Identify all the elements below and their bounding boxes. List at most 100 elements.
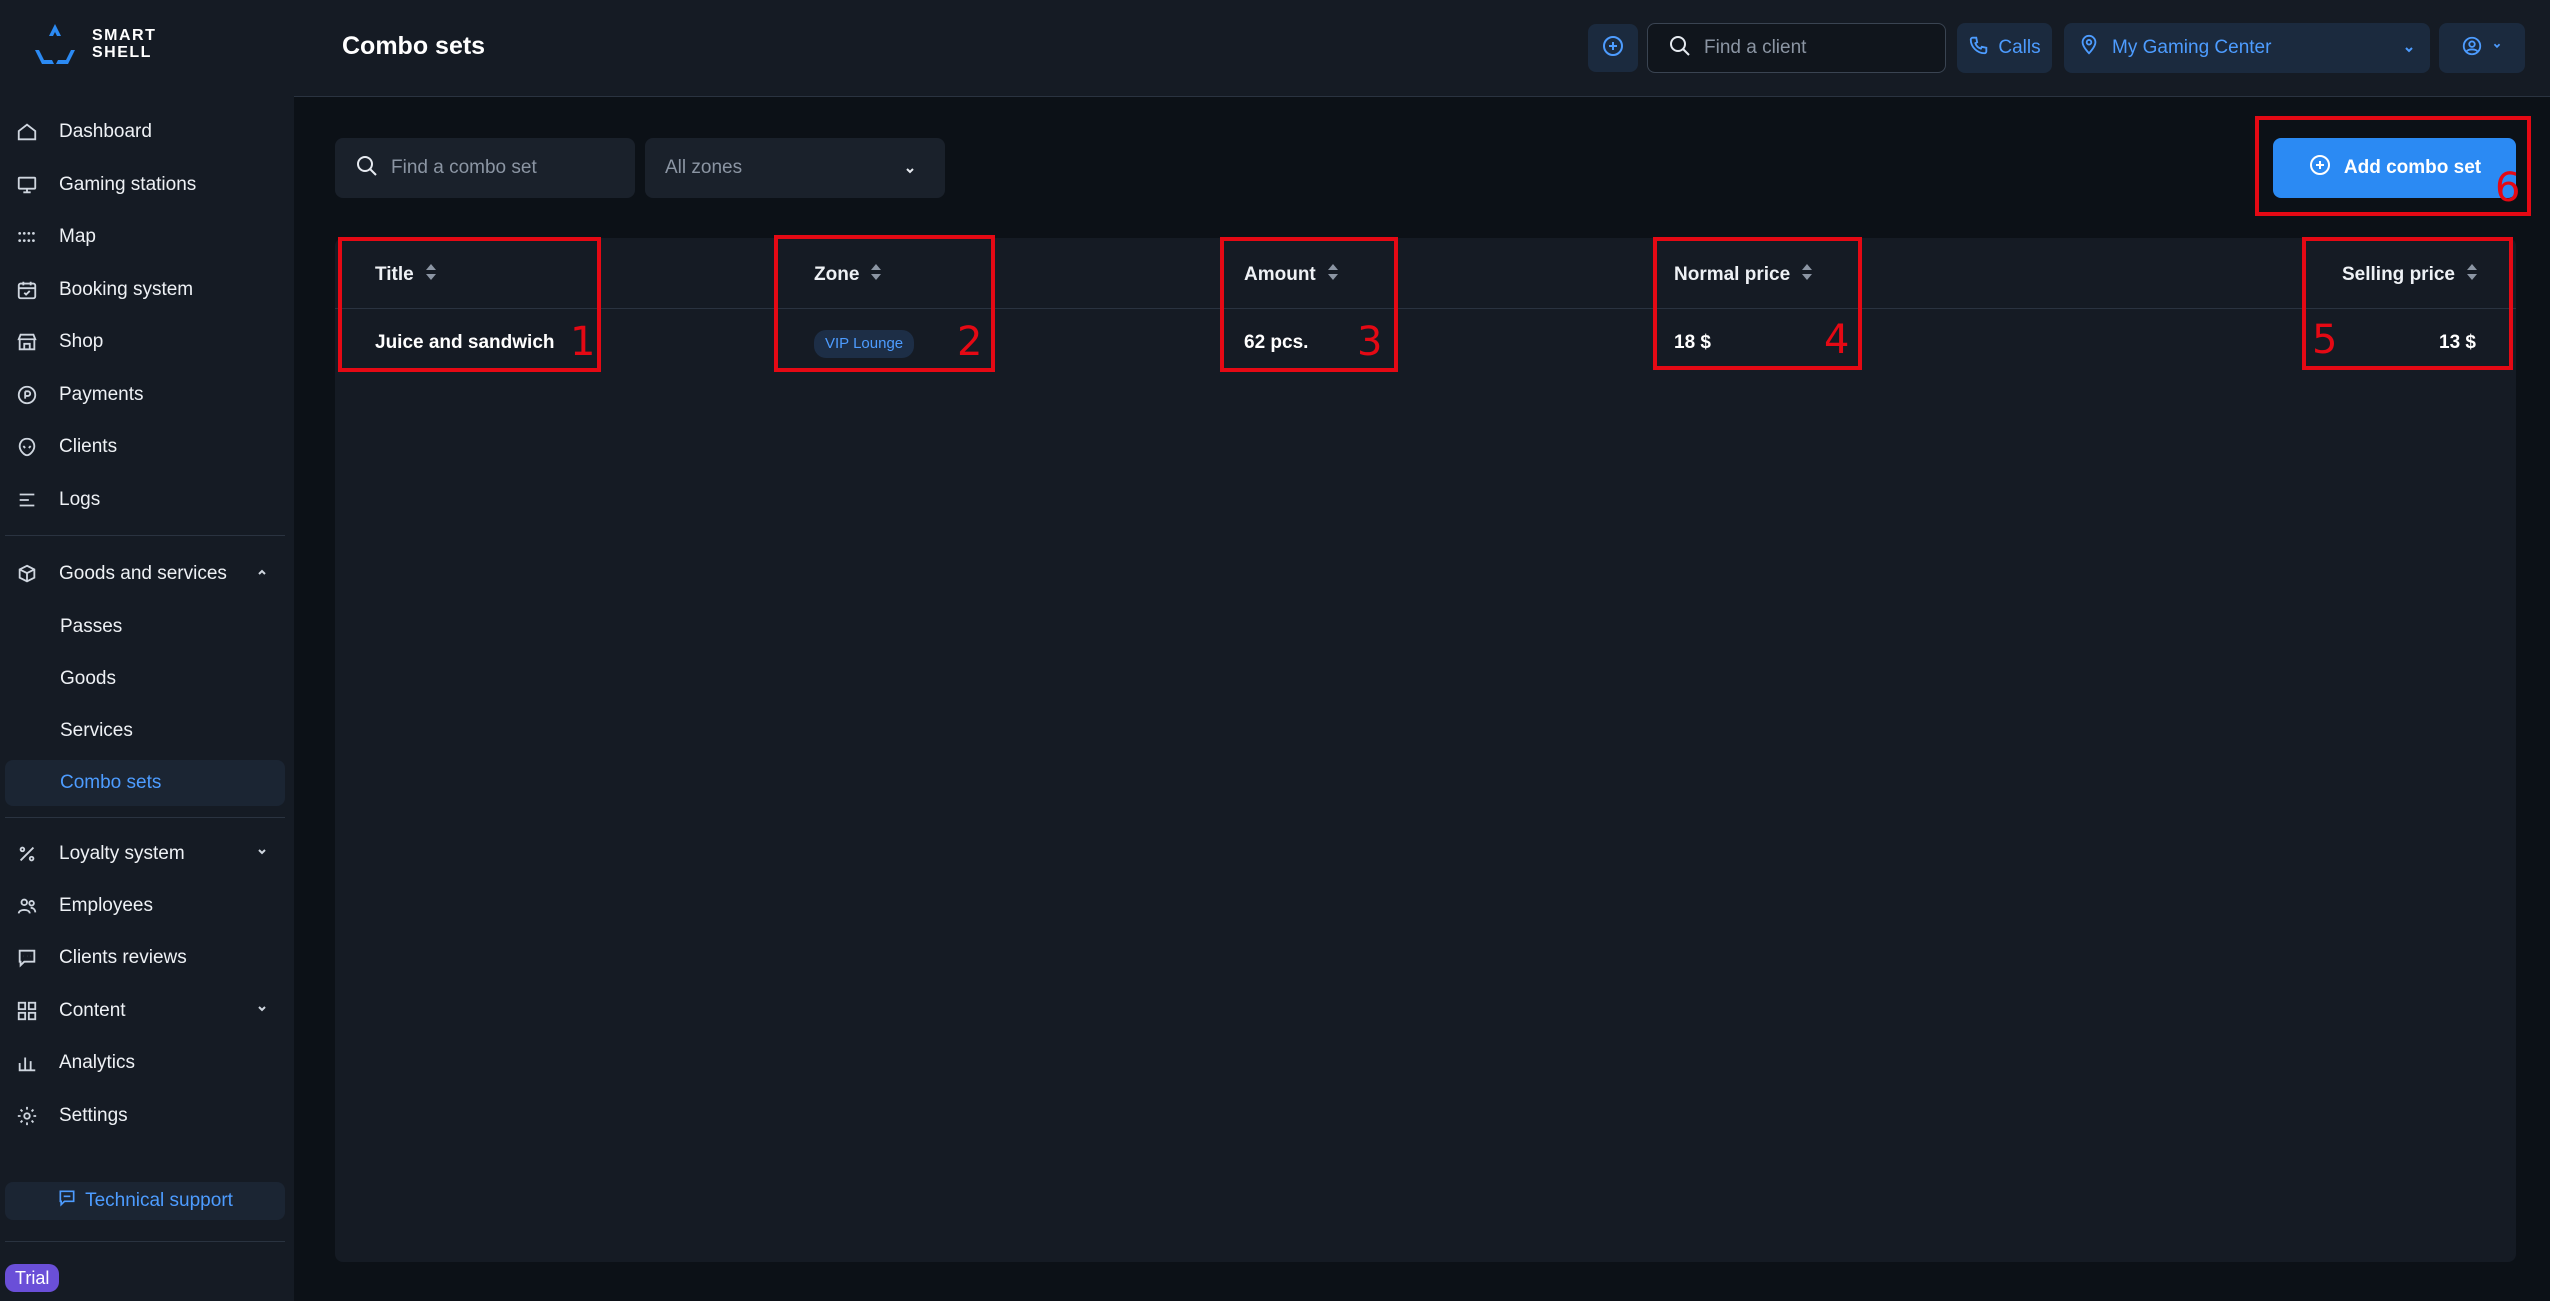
sidebar-item-label: Booking system (59, 279, 194, 300)
logo-line-2: SHELL (92, 44, 152, 61)
annotation-number-5: 5 (2312, 317, 2338, 363)
chevron-down-icon (255, 845, 269, 864)
sidebar-item-map[interactable]: Map (5, 214, 285, 260)
table-header-divider (335, 308, 2516, 309)
chevron-down-icon (903, 162, 917, 184)
sidebar-item-dashboard[interactable]: Dashboard (5, 109, 285, 155)
sidebar-subitem-label: Goods (60, 668, 116, 689)
annotation-number-6: 6 (2495, 165, 2521, 211)
user-menu-button[interactable] (2439, 23, 2525, 73)
sidebar-item-label: Loyalty system (59, 843, 185, 864)
chat-icon (57, 1188, 77, 1214)
chat-icon (15, 946, 39, 970)
trial-badge: Trial (5, 1264, 60, 1292)
sidebar-item-label: Gaming stations (59, 174, 197, 195)
sidebar-item-label: Goods and services (59, 563, 227, 584)
location-pin-icon (2078, 34, 2100, 62)
sidebar-item-payments[interactable]: Payments (5, 372, 285, 418)
calls-button[interactable]: Calls (1957, 23, 2052, 73)
combo-set-search-input[interactable] (391, 157, 621, 179)
sidebar-divider (5, 817, 285, 818)
sidebar-item-label: Content (59, 1000, 126, 1021)
sidebar-subitem-passes[interactable]: Passes (5, 604, 285, 650)
location-value: My Gaming Center (2112, 37, 2272, 58)
alien-icon (15, 435, 39, 459)
sidebar-item-label: Employees (59, 895, 153, 916)
location-select[interactable]: My Gaming Center (2064, 23, 2430, 73)
gear-icon (15, 1104, 39, 1128)
chevron-down-icon (255, 1002, 269, 1021)
logo[interactable]: SMART SHELL (32, 22, 156, 66)
sidebar-item-label: Dashboard (59, 121, 152, 142)
coin-icon (15, 383, 39, 407)
sidebar-subitem-label: Combo sets (60, 772, 162, 793)
client-search[interactable] (1647, 23, 1946, 73)
logo-line-1: SMART (92, 27, 157, 44)
sidebar-item-logs[interactable]: Logs (5, 477, 285, 523)
technical-support-label: Technical support (85, 1190, 233, 1211)
sidebar-item-employees[interactable]: Employees (5, 883, 285, 929)
sidebar-item-content[interactable]: Content (5, 988, 285, 1034)
quick-add-button[interactable] (1588, 24, 1638, 72)
sidebar-item-booking-system[interactable]: Booking system (5, 267, 285, 313)
sidebar-item-label: Shop (59, 331, 104, 352)
search-icon (1668, 34, 1692, 63)
sidebar-item-label: Payments (59, 384, 144, 405)
search-icon (355, 154, 379, 183)
sidebar-item-analytics[interactable]: Analytics (5, 1040, 285, 1086)
user-circle-icon (2461, 35, 2483, 62)
zone-filter-value: All zones (665, 157, 743, 178)
calendar-icon (15, 278, 39, 302)
sidebar-subitem-services[interactable]: Services (5, 708, 285, 754)
sidebar-item-goods-and-services[interactable]: Goods and services (5, 551, 285, 597)
plus-circle-icon (1601, 34, 1625, 63)
client-search-input[interactable] (1704, 37, 1924, 59)
sidebar-item-clients-reviews[interactable]: Clients reviews (5, 935, 285, 981)
top-header: Combo sets Calls My Gaming Center (294, 0, 2550, 97)
sidebar-subitem-label: Passes (60, 616, 123, 637)
sidebar-subitem-label: Services (60, 720, 133, 741)
sidebar-item-label: Analytics (59, 1052, 136, 1073)
chevron-up-icon (255, 565, 269, 584)
page-title: Combo sets (342, 32, 486, 60)
technical-support-button[interactable]: Technical support (5, 1182, 285, 1220)
chevron-down-icon (2402, 41, 2416, 63)
sidebar-item-loyalty-system[interactable]: Loyalty system (5, 831, 285, 877)
annotation-box-6 (2255, 116, 2531, 216)
sidebar-item-label: Logs (59, 489, 101, 510)
annotation-box-1 (338, 237, 601, 372)
sidebar-subitem-combo-sets[interactable]: Combo sets (5, 760, 285, 806)
sidebar-item-label: Clients (59, 436, 118, 457)
grid-dots-icon (15, 225, 39, 249)
sidebar-item-settings[interactable]: Settings (5, 1093, 285, 1139)
bar-chart-icon (15, 1051, 39, 1075)
combo-set-search[interactable] (335, 138, 635, 198)
sidebar-item-shop[interactable]: Shop (5, 319, 285, 365)
percent-icon (15, 842, 39, 866)
store-icon (15, 330, 39, 354)
sidebar-item-gaming-stations[interactable]: Gaming stations (5, 162, 285, 208)
monitor-icon (15, 173, 39, 197)
sidebar-item-label: Settings (59, 1105, 128, 1126)
list-icon (15, 488, 39, 512)
layout-icon (15, 999, 39, 1023)
zone-filter-select[interactable]: All zones (645, 138, 945, 198)
smart-shell-logo-icon (35, 24, 75, 64)
chevron-down-icon (2491, 39, 2503, 57)
annotation-number-3: 3 (1357, 319, 1383, 365)
sidebar-item-label: Clients reviews (59, 947, 187, 968)
sidebar-subitem-goods[interactable]: Goods (5, 656, 285, 702)
sidebar-item-clients[interactable]: Clients (5, 424, 285, 470)
sidebar-divider (5, 1241, 285, 1242)
combo-sets-table: Title Zone Amount Normal price Selling p… (335, 238, 2516, 1262)
calls-label: Calls (1998, 37, 2041, 58)
sidebar: SMART SHELL Dashboard Gaming stations Ma… (0, 0, 294, 1301)
box-icon (15, 562, 39, 586)
annotation-number-4: 4 (1824, 317, 1850, 363)
users-icon (15, 894, 39, 918)
sidebar-divider (5, 535, 285, 536)
phone-icon (1968, 34, 1990, 62)
logo-text: SMART SHELL (92, 27, 156, 61)
annotation-number-2: 2 (957, 319, 983, 365)
annotation-number-1: 1 (570, 319, 596, 365)
